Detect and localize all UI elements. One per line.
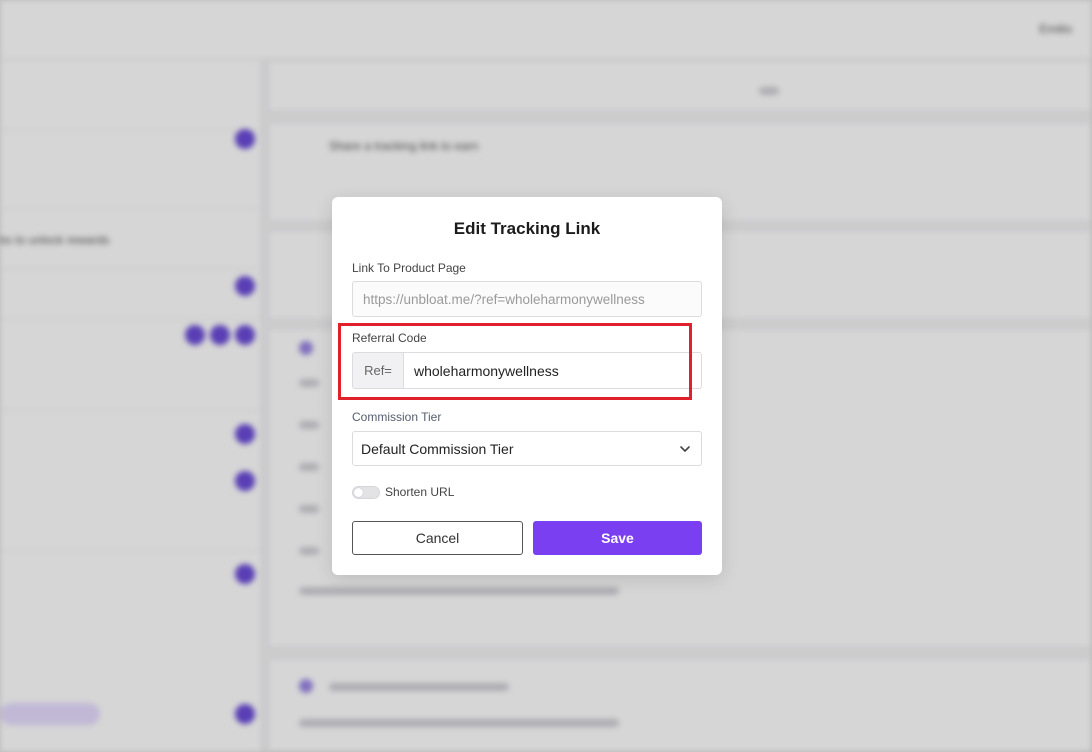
referral-code-group: Ref= wholeharmonywellness — [352, 352, 702, 389]
referral-prefix: Ref= — [353, 353, 404, 388]
product-link-field: https://unbloat.me/?ref=wholeharmonywell… — [352, 281, 702, 317]
cancel-button[interactable]: Cancel — [352, 521, 523, 555]
referral-code-label: Referral Code — [352, 331, 427, 345]
product-link-label: Link To Product Page — [352, 261, 466, 275]
commission-tier-label: Commission Tier — [352, 410, 442, 424]
shorten-url-label: Shorten URL — [385, 485, 455, 499]
edit-tracking-link-dialog: Edit Tracking Link Link To Product Page … — [332, 197, 722, 575]
chevron-down-icon — [679, 443, 691, 455]
shorten-url-toggle[interactable] — [352, 486, 380, 499]
save-button[interactable]: Save — [533, 521, 702, 555]
commission-tier-value: Default Commission Tier — [361, 440, 514, 457]
dialog-title: Edit Tracking Link — [453, 219, 601, 238]
toggle-knob — [354, 488, 363, 497]
commission-tier-select[interactable]: Default Commission Tier — [352, 431, 702, 466]
referral-code-input[interactable]: wholeharmonywellness — [404, 353, 701, 388]
